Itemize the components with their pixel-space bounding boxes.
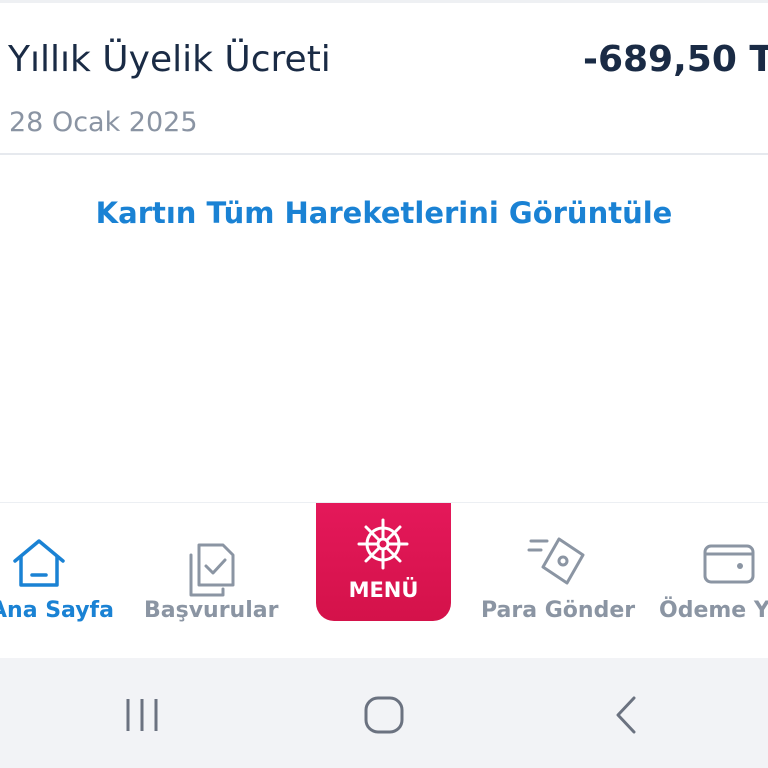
nav-label-applications: Başvurular xyxy=(144,598,279,623)
documents-check-icon xyxy=(189,543,235,597)
menu-label: MENÜ xyxy=(348,578,419,602)
wallet-icon xyxy=(703,544,755,584)
transaction-date: 28 Ocak 2025 xyxy=(9,107,198,138)
send-money-icon xyxy=(527,537,585,585)
ship-wheel-icon xyxy=(357,518,409,570)
nav-label-payment: Ödeme Yap xyxy=(659,598,768,623)
nav-label-send-money: Para Gönder xyxy=(481,598,636,623)
nav-item-applications[interactable]: Başvurular xyxy=(135,503,290,659)
home-circle-icon[interactable] xyxy=(362,694,406,736)
view-all-transactions-link[interactable]: Kartın Tüm Hareketlerini Görüntüle xyxy=(0,196,768,230)
home-icon xyxy=(13,539,65,587)
nav-item-home[interactable]: Ana Sayfa xyxy=(0,503,120,659)
transaction-title: Yıllık Üyelik Ücreti xyxy=(8,39,331,80)
menu-button[interactable]: MENÜ xyxy=(316,503,451,621)
back-icon[interactable] xyxy=(610,694,640,736)
nav-item-payment[interactable]: Ödeme Yap xyxy=(650,503,768,659)
system-navigation-bar xyxy=(0,658,768,768)
nav-label-home: Ana Sayfa xyxy=(0,598,114,623)
app-screen: Yıllık Üyelik Ücreti -689,50 TL 28 Ocak … xyxy=(0,0,768,768)
transaction-row[interactable]: Yıllık Üyelik Ücreti -689,50 TL 28 Ocak … xyxy=(0,0,768,155)
bottom-navigation: Ana Sayfa Başvurular MENÜ Para Gönder Öd… xyxy=(0,502,768,658)
recents-icon[interactable] xyxy=(122,696,162,734)
transaction-amount: -689,50 TL xyxy=(583,39,768,80)
nav-item-send-money[interactable]: Para Gönder xyxy=(475,503,640,659)
